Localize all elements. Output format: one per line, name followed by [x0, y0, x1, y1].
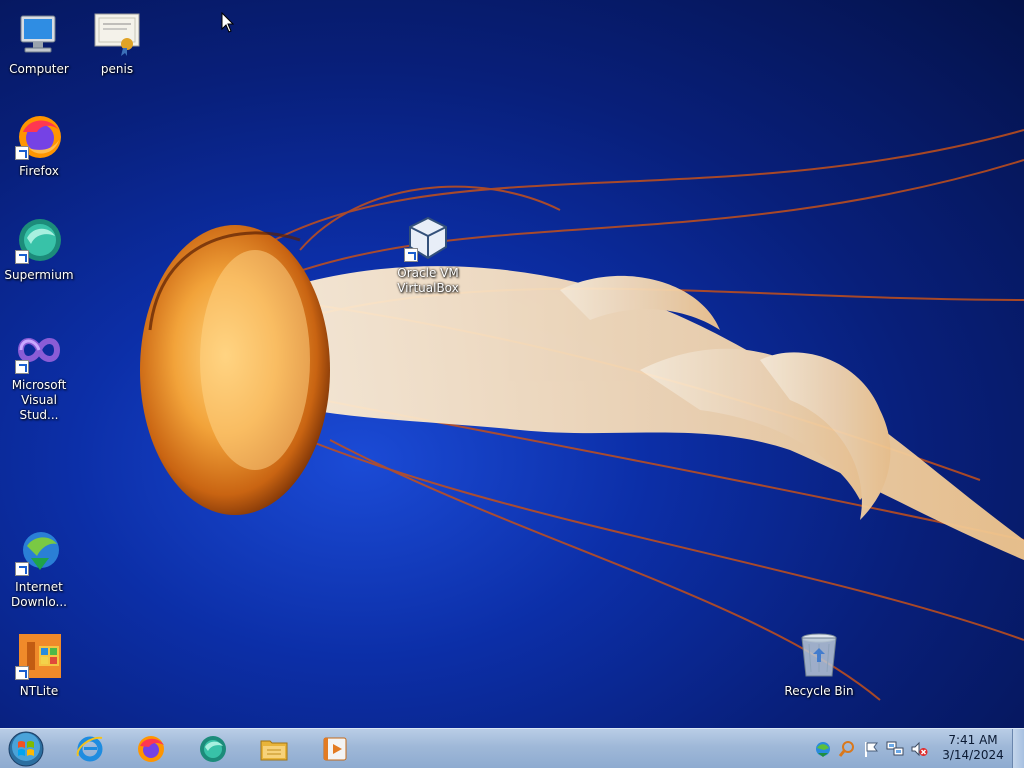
desktop-icon-label: Supermium: [4, 268, 74, 282]
ntlite-icon: [15, 632, 63, 680]
desktop[interactable]: Computer penis Firefox Supermium Microso…: [0, 0, 1024, 768]
supermium-icon: [15, 216, 63, 264]
system-tray: [814, 739, 928, 759]
desktop-icon-recycle-bin[interactable]: Recycle Bin: [781, 632, 857, 699]
desktop-icon-label: NTLite: [19, 684, 59, 698]
clock-time: 7:41 AM: [948, 733, 998, 747]
taskbar[interactable]: 7:41 AM 3/14/2024: [0, 728, 1024, 768]
firefox-icon: [15, 112, 63, 160]
desktop-icon-label: Firefox: [19, 164, 59, 178]
recycle-bin-icon: [795, 632, 843, 680]
desktop-icon-label: Computer: [9, 62, 69, 76]
desktop-icon-supermium[interactable]: Supermium: [1, 216, 77, 283]
shortcut-arrow-icon: [15, 562, 29, 576]
desktop-icon-label: Recycle Bin: [784, 684, 854, 698]
show-desktop-button[interactable]: [1012, 729, 1024, 768]
computer-icon: [15, 10, 63, 58]
desktop-icon-computer[interactable]: Computer: [1, 10, 77, 77]
desktop-icon-label: Internet Downlo...: [11, 580, 67, 609]
magnifier-icon[interactable]: [838, 740, 856, 758]
desktop-icon-label: Oracle VM VirtualBox: [397, 266, 459, 295]
clock-date: 3/14/2024: [942, 748, 1004, 762]
network-icon[interactable]: [886, 740, 904, 758]
taskbar-pin-firefox[interactable]: [123, 731, 179, 767]
speaker-muted-icon[interactable]: [910, 740, 928, 758]
shortcut-arrow-icon: [15, 360, 29, 374]
desktop-icon-ntlite[interactable]: NTLite: [1, 632, 77, 699]
desktop-icon-label: penis: [100, 62, 134, 76]
shortcut-arrow-icon: [15, 146, 29, 160]
shortcut-arrow-icon: [404, 248, 418, 262]
flag-icon[interactable]: [862, 740, 880, 758]
globe-arrow-icon[interactable]: [814, 740, 832, 758]
desktop-icon-visual-studio[interactable]: Microsoft Visual Stud...: [1, 326, 77, 423]
supermium-icon: [200, 736, 226, 762]
firefox-icon: [138, 736, 164, 762]
taskbar-pin-media-player[interactable]: [308, 731, 364, 767]
taskbar-clock[interactable]: 7:41 AM 3/14/2024: [938, 733, 1008, 763]
desktop-icon-label: Microsoft Visual Stud...: [11, 378, 67, 422]
taskbar-pin-file-explorer[interactable]: [246, 731, 302, 767]
taskbar-pin-supermium[interactable]: [185, 731, 241, 767]
taskbar-pin-internet-explorer[interactable]: [62, 731, 118, 767]
internet-explorer-icon: [76, 736, 103, 762]
desktop-icon-firefox[interactable]: Firefox: [1, 112, 77, 179]
media-player-icon: [323, 737, 347, 761]
virtualbox-icon: [404, 214, 452, 262]
visual-studio-icon: [15, 326, 63, 374]
shortcut-arrow-icon: [15, 666, 29, 680]
shortcut-arrow-icon: [15, 250, 29, 264]
folder-icon: [260, 740, 288, 761]
start-orb-icon: [8, 731, 44, 767]
desktop-icon-idm[interactable]: Internet Downlo...: [1, 528, 77, 610]
desktop-icon-virtualbox[interactable]: Oracle VM VirtualBox: [390, 214, 466, 296]
certificate-icon: [93, 10, 141, 58]
mouse-pointer-icon: [221, 11, 235, 38]
jellyfish-wallpaper: [140, 129, 1024, 701]
internet-download-manager-icon: [15, 528, 63, 576]
start-button[interactable]: [6, 730, 46, 768]
desktop-icon-penis[interactable]: penis: [79, 10, 155, 77]
